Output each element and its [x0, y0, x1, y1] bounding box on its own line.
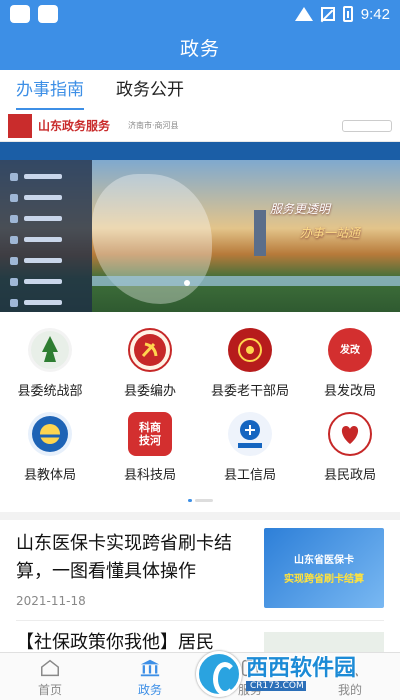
- department-label: 县委统战部: [17, 384, 83, 399]
- top-app-bar: 9:42 政务: [0, 0, 400, 70]
- tab-bar: 办事指南 政务公开: [0, 70, 400, 110]
- department-item-education-sports[interactable]: 县教体局: [0, 412, 100, 483]
- department-label: 县民政局: [323, 468, 376, 483]
- department-label: 县发改局: [323, 384, 376, 399]
- banner-river: [92, 276, 400, 286]
- news-item-title[interactable]: 山东医保卡实现跨省刷卡结算，一图看懂具体操作: [16, 530, 246, 586]
- department-label: 县科技局: [123, 468, 176, 483]
- department-item-development-reform[interactable]: 发改 县发改局: [300, 328, 400, 399]
- development-reform-icon: 发改: [328, 328, 372, 372]
- tab-government-affairs-public[interactable]: 政务公开: [116, 70, 184, 110]
- nav-home[interactable]: 首页: [0, 653, 100, 700]
- status-time: 9:42: [360, 5, 390, 23]
- banner-site-name: 山东政务服务: [38, 119, 111, 133]
- banner-tower: [254, 210, 266, 256]
- thumbnail-line-2: 实现跨省刷卡结算: [284, 574, 364, 585]
- industry-info-icon: [228, 412, 272, 456]
- government-building-icon: [140, 659, 160, 677]
- banner-side-menu: [0, 160, 92, 312]
- civil-affairs-icon: [328, 412, 372, 456]
- news-list: 山东医保卡实现跨省刷卡结算，一图看懂具体操作 2021-11-18 山东省医保卡…: [0, 520, 400, 652]
- home-icon: [41, 659, 59, 677]
- notification-icon: [10, 5, 30, 23]
- veteran-cadres-icon: [228, 328, 272, 372]
- thumbnail-line-1: 山东省医保卡: [294, 555, 354, 566]
- banner-site-header: 山东政务服务 济南市·商河县: [0, 110, 400, 142]
- science-tech-icon: 科商技河: [128, 412, 172, 456]
- department-label: 县教体局: [23, 468, 76, 483]
- party-emblem-icon: [128, 328, 172, 372]
- banner-slogan-1: 服务更透明: [270, 202, 331, 216]
- no-signal-icon: [320, 7, 335, 21]
- department-item-civil-affairs[interactable]: 县民政局: [300, 412, 400, 483]
- nav-home-label: 首页: [37, 683, 62, 697]
- banner-carousel[interactable]: 山东政务服务 济南市·商河县 服务更透明 办事一站通: [0, 110, 400, 312]
- news-divider: [16, 620, 384, 621]
- grid-page-indicator: [188, 499, 213, 502]
- watermark: 西西软件园 CR173.COM: [196, 648, 400, 700]
- status-bar: 9:42: [0, 0, 400, 28]
- department-item-united-front[interactable]: 县委统战部: [0, 328, 100, 399]
- banner-photo: 服务更透明 办事一站通: [0, 160, 400, 312]
- banner-slogan-2: 办事一站通: [300, 226, 361, 240]
- department-item-industry-info[interactable]: 县工信局: [200, 412, 300, 483]
- watermark-sub-text: CR173.COM: [246, 681, 306, 691]
- banner-dot: [184, 280, 190, 286]
- battery-charging-icon: [342, 6, 353, 22]
- department-item-science-tech[interactable]: 科商技河 县科技局: [100, 412, 200, 483]
- banner-search-box: [342, 119, 392, 132]
- site-logo-icon: [8, 113, 32, 138]
- united-front-icon: [28, 328, 72, 372]
- department-label: 县委老干部局: [210, 384, 289, 399]
- education-sports-icon: [28, 412, 72, 456]
- page-title: 政务: [179, 38, 220, 60]
- nav-government[interactable]: 政务: [100, 653, 200, 700]
- department-label: 县委编办: [123, 384, 176, 399]
- news-item-title[interactable]: 【社保政策你我他】居民: [16, 628, 214, 652]
- news-item-date: 2021-11-18: [16, 594, 86, 608]
- banner-nav-strip: [0, 142, 400, 160]
- nav-government-label: 政务: [137, 683, 162, 697]
- banner-location: 济南市·商河县: [128, 121, 179, 130]
- notification-icon: [38, 5, 58, 23]
- watermark-main-text: 西西软件园: [246, 656, 357, 681]
- department-label: 县工信局: [223, 468, 276, 483]
- department-item-staffing-office[interactable]: 县委编办: [100, 328, 200, 399]
- watermark-logo-icon: [196, 651, 242, 697]
- wifi-icon: [295, 7, 313, 21]
- department-item-veteran-cadres[interactable]: 县委老干部局: [200, 328, 300, 399]
- news-item-thumbnail[interactable]: 山东省医保卡 实现跨省刷卡结算: [264, 528, 384, 608]
- tab-service-guide[interactable]: 办事指南: [16, 70, 84, 110]
- department-grid: 县委统战部 县委编办 县委老干部局 发改 县发改局 县教体局 科商技河 县科技局: [0, 312, 400, 512]
